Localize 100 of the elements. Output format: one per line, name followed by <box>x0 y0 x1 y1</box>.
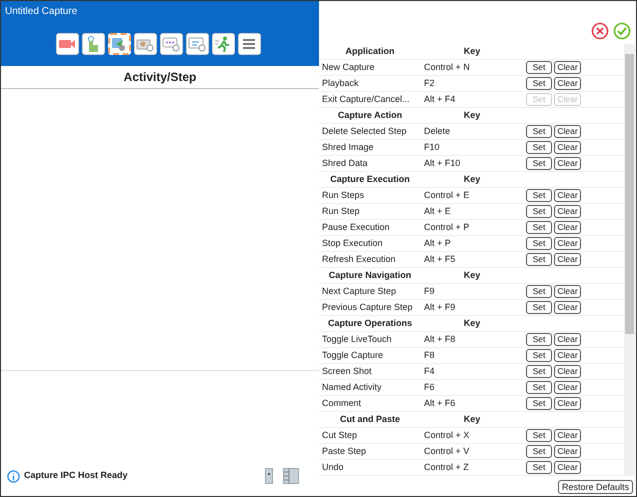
set-button[interactable]: Set <box>526 237 552 250</box>
restore-defaults-button[interactable]: Restore Defaults <box>558 480 633 494</box>
clear-button[interactable]: Clear <box>554 221 581 234</box>
toolbar-button[interactable] <box>82 33 104 55</box>
clear-button[interactable]: Clear <box>554 205 581 218</box>
toolbar-button[interactable] <box>186 33 208 55</box>
scrollbar[interactable] <box>624 44 635 476</box>
key-cell-text: Delete <box>423 124 452 138</box>
set-button[interactable]: Set <box>526 429 552 442</box>
key-header: Key <box>462 44 482 58</box>
clear-button[interactable]: Clear <box>554 333 581 346</box>
action-cell-text: Run Step <box>321 204 361 218</box>
set-button[interactable]: Set <box>526 221 552 234</box>
set-button[interactable]: Set <box>526 381 552 394</box>
key-cell-text: Control + X <box>423 428 470 442</box>
set-button[interactable]: Set <box>526 189 552 202</box>
key-cell-text: Alt + F4 <box>423 92 456 106</box>
set-button[interactable]: Set <box>526 333 552 346</box>
clear-button[interactable]: Clear <box>554 429 581 442</box>
action-cell-text: Undo <box>321 460 345 474</box>
action-cell-text: Shred Data <box>321 156 369 170</box>
set-button[interactable]: Set <box>526 157 552 170</box>
running-figure-icon <box>214 36 232 52</box>
set-button[interactable]: Set <box>526 301 552 314</box>
cancel-icon[interactable] <box>591 22 609 40</box>
action-cell-text: Run Steps <box>321 188 366 202</box>
toolbar-button[interactable] <box>238 33 260 55</box>
set-button[interactable]: Set <box>526 397 552 410</box>
clear-button[interactable]: Clear <box>554 237 581 250</box>
action-cell-text: Refresh Execution <box>321 252 397 266</box>
key-cell-text: Control + V <box>423 444 470 458</box>
set-button[interactable]: Set <box>526 77 552 90</box>
set-button[interactable]: Set <box>526 61 552 74</box>
clear-button[interactable]: Clear <box>554 397 581 410</box>
clear-button[interactable]: Clear <box>554 61 581 74</box>
toolbar-button[interactable] <box>56 33 78 55</box>
set-button[interactable]: Set <box>526 253 552 266</box>
key-cell-text: Control + N <box>423 60 471 74</box>
set-button[interactable]: Set <box>526 125 552 138</box>
action-cell-text: Toggle LiveTouch <box>321 332 393 346</box>
key-cell-text: Control + P <box>423 220 470 234</box>
clear-button[interactable]: Clear <box>554 349 581 362</box>
clear-button[interactable]: Clear <box>554 157 581 170</box>
clear-button[interactable]: Clear <box>554 285 581 298</box>
key-cell-text: Control + Z <box>423 460 470 474</box>
clear-button[interactable]: Clear <box>554 189 581 202</box>
set-button[interactable]: Set <box>526 205 552 218</box>
action-cell-text: Playback <box>321 76 360 90</box>
clear-button[interactable]: Clear <box>554 125 581 138</box>
toolbar-button[interactable] <box>134 33 156 55</box>
clear-button[interactable]: Clear <box>554 141 581 154</box>
set-button[interactable]: Set <box>526 141 552 154</box>
status-text: Capture IPC Host Ready <box>24 469 128 482</box>
key-cell-text: Alt + F9 <box>423 300 456 314</box>
scrollbar-thumb[interactable] <box>625 54 634 334</box>
toolbar-button[interactable] <box>160 33 182 55</box>
key-cell-text: F8 <box>423 348 436 362</box>
clear-button[interactable]: Clear <box>554 301 581 314</box>
action-cell-text: Shred Image <box>321 140 375 154</box>
menu-icon <box>240 36 258 52</box>
set-button[interactable]: Set <box>526 461 552 474</box>
key-cell-text: Alt + F6 <box>423 396 456 410</box>
clear-button[interactable]: Clear <box>554 381 581 394</box>
clear-button[interactable]: Clear <box>554 365 581 378</box>
window-title: Untitled Capture <box>4 5 78 19</box>
key-cell-text: F6 <box>423 380 436 394</box>
set-button[interactable]: Set <box>526 285 552 298</box>
clear-button[interactable]: Clear <box>554 253 581 266</box>
action-cell-text: Toggle Capture <box>321 348 384 362</box>
key-cell-text: Alt + F10 <box>423 156 462 170</box>
toolbar-button[interactable] <box>108 33 130 55</box>
set-button[interactable]: Set <box>526 445 552 458</box>
key-cell-text: Alt + P <box>423 236 452 250</box>
section-header: Cut and Paste <box>338 412 401 426</box>
key-header: Key <box>462 412 482 426</box>
action-cell-text: Cut Step <box>321 428 358 442</box>
set-button[interactable]: Set <box>526 349 552 362</box>
section-header: Capture Action <box>336 108 404 122</box>
action-cell-text: Delete Selected Step <box>321 124 408 138</box>
key-cell-text: F10 <box>423 140 441 154</box>
clear-button[interactable]: Clear <box>554 445 581 458</box>
action-cell-text: Next Capture Step <box>321 284 398 298</box>
toolbar-button[interactable] <box>212 33 234 55</box>
action-cell-text: Pause Execution <box>321 220 391 234</box>
set-button[interactable]: Set <box>526 365 552 378</box>
key-header: Key <box>462 316 482 330</box>
action-cell-text: Screen Shot <box>321 364 373 378</box>
clear-button[interactable]: Clear <box>554 77 581 90</box>
action-cell-text: Paste Step <box>321 444 368 458</box>
action-cell-text: Comment <box>321 396 362 410</box>
panel-icon[interactable] <box>265 468 273 484</box>
action-cell-text: Exit Capture/Cancel... <box>321 92 411 106</box>
selection-icon <box>110 36 128 52</box>
key-cell-text: Control + E <box>423 188 470 202</box>
section-header: Capture Execution <box>329 172 411 186</box>
key-cell-text: F4 <box>423 364 436 378</box>
clear-button[interactable]: Clear <box>554 461 581 474</box>
key-cell-text: F9 <box>423 284 436 298</box>
action-cell-text: Named Activity <box>321 380 383 394</box>
note-icon <box>188 36 206 52</box>
